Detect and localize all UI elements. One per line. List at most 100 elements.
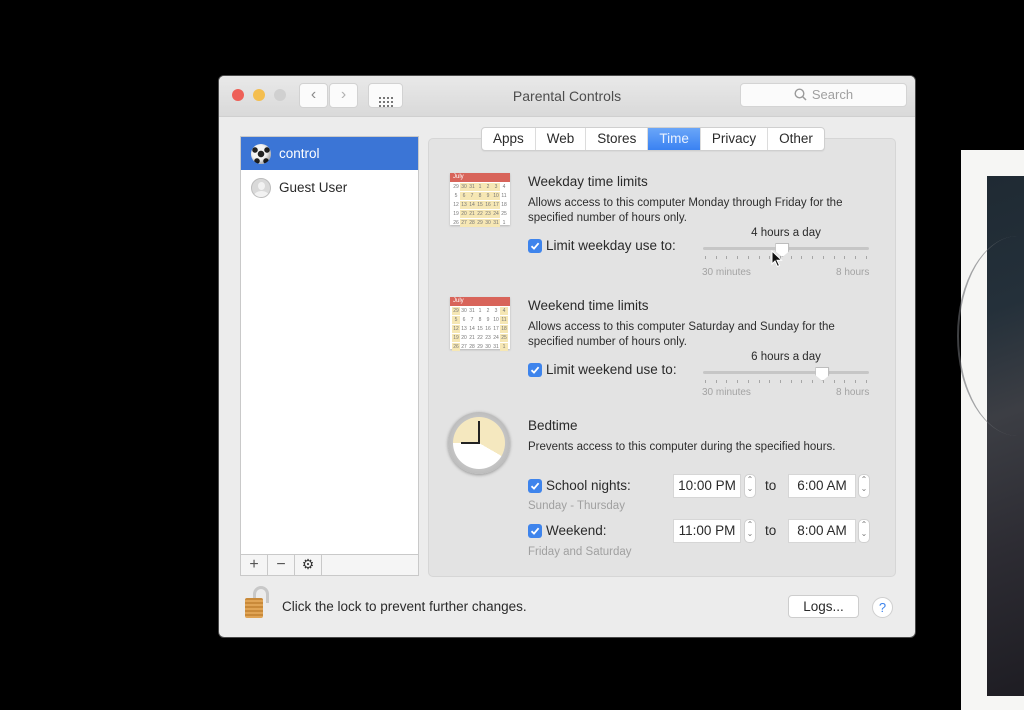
weekend-start-time[interactable]: 11:00 PM	[673, 519, 741, 543]
calendar-day: 29	[452, 307, 460, 315]
logs-button[interactable]: Logs...	[788, 595, 859, 618]
calendar-day: 26	[453, 220, 459, 226]
gear-icon[interactable]: ⚙	[295, 555, 322, 575]
school-nights-checkbox[interactable]	[528, 479, 542, 493]
user-name: Guest User	[279, 180, 348, 195]
calendar-day: 8	[478, 317, 482, 323]
slider-tick	[790, 256, 792, 259]
slider-tick	[758, 380, 760, 383]
calendar-day: 30	[485, 344, 491, 350]
slider-tick	[812, 256, 814, 259]
weekday-checkbox[interactable]	[528, 239, 542, 253]
slider-tick	[737, 256, 739, 259]
calendar-day: 9	[486, 317, 490, 323]
weekend-end-time[interactable]: 8:00 AM	[788, 519, 856, 543]
school-nights-sublabel: Sunday - Thursday	[528, 500, 625, 512]
help-button[interactable]: ?	[872, 597, 893, 618]
slider-tick	[833, 380, 835, 383]
tab-privacy[interactable]: Privacy	[701, 128, 769, 150]
remove-user-button[interactable]: −	[268, 555, 295, 575]
tab-stores[interactable]: Stores	[586, 128, 649, 150]
tab-apps[interactable]: Apps	[482, 128, 536, 150]
weekend-checkbox[interactable]	[528, 363, 542, 377]
calendar-day: 28	[468, 219, 476, 227]
school-nights-end-time[interactable]: 6:00 AM	[788, 474, 856, 498]
calendar-day: 13	[460, 201, 468, 209]
search-placeholder: Search	[811, 87, 854, 102]
calendar-day: 31	[493, 344, 499, 350]
weekend-checkbox-label: Limit weekend use to:	[546, 362, 677, 377]
calendar-day: 30	[484, 219, 492, 227]
weekend-slider-thumb[interactable]	[815, 367, 830, 381]
user-list: control Guest User	[240, 136, 419, 556]
school-nights-start-stepper[interactable]: ⌃ ⌄	[744, 474, 756, 498]
slider-tick	[855, 380, 857, 383]
calendar-day: 30	[461, 308, 467, 314]
calendar-day: 25	[501, 211, 507, 217]
calendar-day: 15	[477, 326, 483, 332]
calendar-day: 24	[493, 335, 499, 341]
calendar-day: 12	[452, 325, 460, 333]
slider-tick	[780, 380, 782, 383]
weekend-min-label: 30 minutes	[702, 387, 751, 398]
tab-time[interactable]: Time	[648, 128, 701, 150]
weekday-min-label: 30 minutes	[702, 267, 751, 278]
calendar-day: 1	[478, 308, 482, 314]
calendar-day: 29	[453, 184, 459, 190]
calendar-day: 30	[460, 183, 468, 191]
slider-tick	[758, 256, 760, 259]
calendar-day: 29	[476, 219, 484, 227]
calendar-day: 28	[469, 344, 475, 350]
tab-bar: Apps Web Stores Time Privacy Other	[481, 127, 825, 151]
user-item-guest[interactable]: Guest User	[241, 171, 418, 204]
calendar-day: 1	[500, 343, 508, 351]
weekend-start-stepper[interactable]: ⌃ ⌄	[744, 519, 756, 543]
slider-tick	[705, 380, 706, 383]
tab-web[interactable]: Web	[536, 128, 587, 150]
school-nights-end-stepper[interactable]: ⌃ ⌄	[858, 474, 870, 498]
calendar-day: 31	[468, 183, 476, 191]
lock-icon[interactable]	[245, 586, 269, 618]
calendar-day: 8	[476, 192, 484, 200]
calendar-day: 20	[460, 210, 468, 218]
tab-other[interactable]: Other	[768, 128, 824, 150]
slider-tick	[855, 256, 857, 259]
calendar-day: 23	[484, 210, 492, 218]
calendar-day: 5	[454, 193, 458, 199]
calendar-day: 3	[492, 183, 500, 191]
add-user-button[interactable]: +	[241, 555, 268, 575]
slider-tick	[705, 256, 706, 259]
slider-tick	[715, 380, 717, 383]
calendar-day: 1	[502, 220, 506, 226]
to-label: to	[765, 478, 777, 493]
calendar-day: 18	[500, 325, 508, 333]
weekend-end-stepper[interactable]: ⌃ ⌄	[858, 519, 870, 543]
calendar-day: 21	[469, 335, 475, 341]
calendar-day: 2	[484, 183, 492, 191]
calendar-day: 10	[492, 192, 500, 200]
calendar-day: 1	[476, 183, 484, 191]
calendar-day: 23	[485, 335, 491, 341]
calendar-day: 26	[452, 343, 460, 351]
calendar-day: 6	[462, 317, 466, 323]
calendar-day: 3	[494, 308, 498, 314]
school-nights-start-time[interactable]: 10:00 PM	[673, 474, 741, 498]
slider-tick	[844, 256, 846, 259]
calendar-day: 7	[470, 317, 474, 323]
weekend-bedtime-checkbox[interactable]	[528, 524, 542, 538]
calendar-day: 6	[460, 192, 468, 200]
slider-tick	[769, 380, 771, 383]
calendar-day: 19	[452, 334, 460, 342]
to-label: to	[765, 523, 777, 538]
weekday-value: 4 hours a day	[751, 227, 821, 239]
weekday-description: Allows access to this computer Monday th…	[528, 197, 843, 224]
calendar-day: 2	[486, 308, 490, 314]
user-avatar-icon	[251, 178, 271, 198]
calendar-day: 22	[476, 210, 484, 218]
user-list-toolbar: + − ⚙	[240, 554, 419, 576]
calendar-day: 17	[493, 326, 499, 332]
user-item-control[interactable]: control	[241, 137, 418, 170]
search-field[interactable]: Search	[740, 83, 907, 107]
calendar-day: 27	[460, 219, 468, 227]
lock-message: Click the lock to prevent further change…	[282, 599, 527, 614]
